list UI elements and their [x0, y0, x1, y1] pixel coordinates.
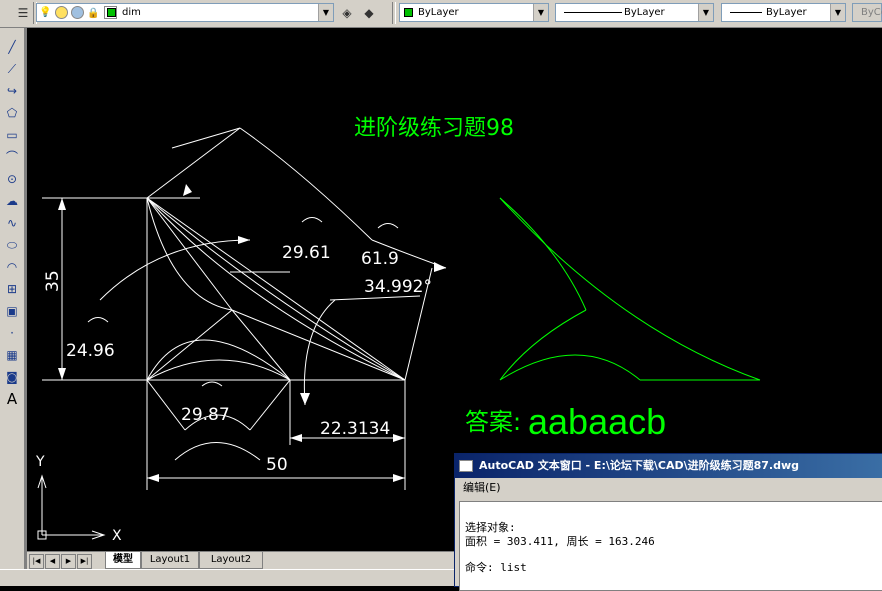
layers-toolbar: ☰ 💡 🔒 dim ▼ ◈ ◆ ByLayer ▼ ByLayer ▼ ByLa…: [0, 0, 882, 28]
dim-35: 35: [43, 270, 63, 292]
text-window[interactable]: AutoCAD 文本窗口 - E:\论坛下载\CAD\进阶级练习题87.dwg …: [454, 453, 882, 591]
tab-model[interactable]: 模型: [105, 552, 141, 569]
ucs-y-label: Y: [35, 454, 45, 470]
layer-manager-icon[interactable]: ☰: [14, 4, 32, 22]
dim-24-96: 24.96: [66, 341, 115, 361]
dim-50: 50: [266, 455, 288, 475]
lineweight-sample: [730, 12, 762, 13]
dim-29-61: 29.61: [282, 243, 331, 263]
make-block-icon[interactable]: ▣: [3, 302, 21, 320]
layer-color-swatch: [107, 8, 116, 17]
chevron-down-icon[interactable]: ▼: [698, 4, 713, 21]
linetype-sample: [564, 12, 622, 13]
linetype-dropdown[interactable]: ByLayer ▼: [555, 3, 714, 22]
color-dropdown[interactable]: ByLayer ▼: [399, 3, 549, 22]
lineweight-value: ByLayer: [766, 7, 807, 18]
multiline-text-icon[interactable]: A: [3, 390, 21, 408]
window-icon: [459, 460, 473, 472]
answer-label: 答案:: [465, 408, 521, 436]
lock-icon[interactable]: 🔒: [87, 5, 99, 22]
history-line: 命令: list: [465, 561, 527, 574]
sun-icon[interactable]: [55, 6, 68, 19]
chevron-down-icon[interactable]: ▼: [318, 4, 333, 21]
polygon-icon[interactable]: ⬠: [3, 104, 21, 122]
chevron-down-icon[interactable]: ▼: [533, 4, 548, 21]
spline-icon[interactable]: ∿: [3, 214, 21, 232]
line-icon[interactable]: ╱: [3, 38, 21, 56]
text-window-menubar: 编辑(E): [455, 478, 882, 498]
freeze-icon[interactable]: [71, 6, 84, 19]
dim-29-87: 29.87: [181, 405, 230, 425]
polyline-icon[interactable]: ↪: [3, 82, 21, 100]
text-window-title: AutoCAD 文本窗口 - E:\论坛下载\CAD\进阶级练习题87.dwg: [479, 459, 800, 472]
layer-dropdown[interactable]: 💡 🔒 dim ▼: [36, 3, 334, 22]
lineweight-dropdown[interactable]: ByLayer ▼: [721, 3, 846, 22]
drawing-geometry: [37, 127, 447, 540]
ellipse-icon[interactable]: ⬭: [3, 236, 21, 254]
circle-icon[interactable]: ⊙: [3, 170, 21, 188]
next-tab-button[interactable]: ▶: [61, 554, 76, 569]
ellipse-arc-icon[interactable]: ◠: [3, 258, 21, 276]
make-layer-current-icon[interactable]: ◈: [338, 4, 356, 22]
tab-layout1[interactable]: Layout1: [141, 552, 199, 569]
command-history[interactable]: 选择对象: 面积 = 303.411, 周长 = 163.246 命令: lis…: [459, 501, 882, 591]
insert-block-icon[interactable]: ⊞: [3, 280, 21, 298]
drawing-title: 进阶级练习题98: [354, 116, 514, 141]
linetype-value: ByLayer: [624, 7, 665, 18]
construction-line-icon[interactable]: ⟋: [3, 60, 21, 78]
toolbar-separator: [392, 2, 396, 24]
layer-value: dim: [122, 7, 141, 18]
hatch-icon[interactable]: ▦: [3, 346, 21, 364]
region-icon[interactable]: ◙: [3, 368, 21, 386]
upper-left-edge: [146, 127, 241, 199]
chevron-down-icon[interactable]: ▼: [830, 4, 845, 21]
history-line: 面积 = 303.411, 周长 = 163.246: [465, 535, 655, 548]
plotstyle-dropdown[interactable]: ByCo: [852, 3, 882, 22]
rectangle-icon[interactable]: ▭: [3, 126, 21, 144]
prev-tab-button[interactable]: ◀: [45, 554, 60, 569]
answer-value: aabaacb: [528, 401, 666, 442]
point-icon[interactable]: ·: [3, 324, 21, 342]
layer-previous-icon[interactable]: ◆: [360, 4, 378, 22]
text-window-titlebar[interactable]: AutoCAD 文本窗口 - E:\论坛下载\CAD\进阶级练习题87.dwg: [455, 454, 882, 478]
arc-icon[interactable]: ⌒: [3, 148, 21, 166]
dim-34-992: 34.992°: [364, 277, 432, 297]
answer-shape: [499, 197, 761, 381]
bulb-icon[interactable]: 💡: [39, 4, 51, 21]
color-swatch: [404, 8, 413, 17]
menu-edit[interactable]: 编辑(E): [463, 478, 501, 498]
plotstyle-value: ByCo: [861, 7, 882, 18]
dim-61-9: 61.9: [361, 249, 399, 269]
dim-22-3134: 22.3134: [320, 419, 390, 439]
color-value: ByLayer: [418, 7, 459, 18]
last-tab-button[interactable]: ▶|: [77, 554, 92, 569]
layout-tabs: |◀ ◀ ▶ ▶| 模型 Layout1 Layout2: [27, 551, 454, 570]
tab-layout2[interactable]: Layout2: [199, 552, 263, 569]
revision-cloud-icon[interactable]: ☁: [3, 192, 21, 210]
first-tab-button[interactable]: |◀: [29, 554, 44, 569]
draw-toolbar: ╱ ⟋ ↪ ⬠ ▭ ⌒ ⊙ ☁ ∿ ⬭ ◠ ⊞ ▣ · ▦ ◙ A: [0, 28, 25, 580]
ucs-x-label: X: [112, 528, 122, 544]
